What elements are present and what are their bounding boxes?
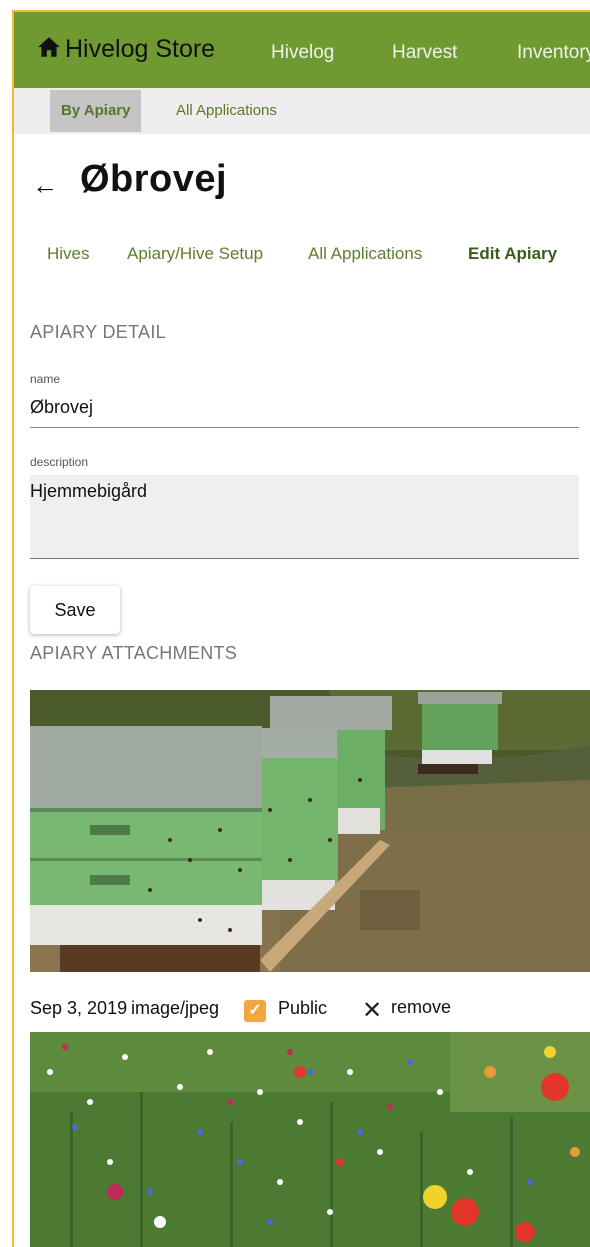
- accent-border-left: [12, 10, 14, 1247]
- app-title: Hivelog Store: [65, 35, 216, 63]
- attachment-image-wildflowers[interactable]: [30, 1032, 590, 1247]
- nav-item-inventory[interactable]: Inventory: [517, 42, 590, 64]
- attachment-type: image/jpeg: [131, 998, 220, 1018]
- public-label: Public: [278, 998, 328, 1018]
- tab-edit-apiary[interactable]: Edit Apiary: [468, 244, 557, 264]
- subnav-by-apiary[interactable]: By Apiary: [50, 90, 142, 132]
- remove-link[interactable]: remove: [391, 997, 451, 1018]
- back-arrow-icon[interactable]: ←: [32, 170, 58, 201]
- nav-item-harvest[interactable]: Harvest: [392, 42, 457, 64]
- tab-apiary-hive-setup[interactable]: Apiary/Hive Setup: [127, 244, 263, 264]
- close-icon[interactable]: ✕: [362, 996, 382, 1025]
- tab-all-applications[interactable]: All Applications: [308, 244, 422, 264]
- tab-hives[interactable]: Hives: [47, 244, 90, 264]
- frame-left: [0, 0, 12, 1247]
- name-underline: [30, 427, 579, 428]
- page-title: Øbrovej: [80, 158, 228, 200]
- name-label: name: [30, 372, 61, 386]
- description-label: description: [30, 455, 89, 469]
- apiary-attachments-heading: APIARY ATTACHMENTS: [30, 643, 238, 663]
- brand[interactable]: Hivelog Store: [36, 34, 215, 65]
- save-button[interactable]: Save: [30, 586, 120, 634]
- sub-navbar: By Apiary All Applications: [14, 88, 590, 134]
- attachment-image-beehives[interactable]: 1: [30, 690, 590, 972]
- name-input[interactable]: Øbrovej: [30, 397, 93, 418]
- top-navbar: Hivelog Store Hivelog Harvest Inventory: [14, 12, 590, 88]
- public-checkbox[interactable]: ✓: [244, 1000, 266, 1022]
- apiary-detail-heading: APIARY DETAIL: [30, 322, 166, 342]
- home-icon: [36, 34, 65, 65]
- attachment-date: Sep 3, 2019: [30, 998, 128, 1018]
- description-value: Hjemmebigård: [30, 481, 148, 501]
- subnav-all-applications[interactable]: All Applications: [165, 90, 288, 132]
- nav-item-hivelog[interactable]: Hivelog: [271, 42, 334, 64]
